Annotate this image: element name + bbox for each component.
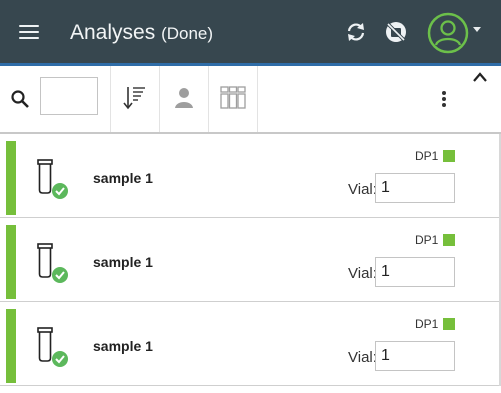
dp-status-square xyxy=(443,234,455,246)
offline-icon xyxy=(386,22,406,42)
status-bar xyxy=(6,141,16,215)
status-bar xyxy=(6,225,16,299)
sample-list: sample 1 DP1 Vial: sample 1 DP1 Vial: sa… xyxy=(0,134,501,386)
vial-input[interactable] xyxy=(375,341,455,371)
more-vertical-icon[interactable] xyxy=(438,88,450,110)
dp-label: DP1 xyxy=(415,149,439,163)
page-title-status: (Done) xyxy=(161,24,214,43)
vial-input[interactable] xyxy=(375,257,455,287)
dp-status-square xyxy=(443,150,455,162)
vial-input[interactable] xyxy=(375,173,455,203)
toolbar-divider xyxy=(159,66,160,132)
vial-label: Vial: xyxy=(348,349,377,366)
toolbar-divider xyxy=(257,66,258,132)
vial-done-icon xyxy=(37,327,68,367)
sample-name: sample 1 xyxy=(93,338,153,354)
toolbar xyxy=(0,66,501,134)
page-title: Analyses (Done) xyxy=(70,21,213,46)
menu-icon[interactable] xyxy=(19,22,41,40)
search-input[interactable] xyxy=(40,77,98,115)
sample-row[interactable]: sample 1 DP1 Vial: xyxy=(0,302,501,386)
sample-name: sample 1 xyxy=(93,254,153,270)
sample-row[interactable]: sample 1 DP1 Vial: xyxy=(0,218,501,302)
status-bar xyxy=(6,309,16,383)
page-title-text: Analyses xyxy=(70,21,156,44)
columns-icon[interactable] xyxy=(220,86,246,110)
sort-icon[interactable] xyxy=(121,85,147,111)
sample-name: sample 1 xyxy=(93,170,153,186)
vial-done-icon xyxy=(37,243,68,283)
chevron-up-icon[interactable] xyxy=(470,70,490,84)
chevron-down-icon[interactable] xyxy=(473,27,481,32)
user-icon[interactable] xyxy=(173,86,195,110)
app-header: Analyses (Done) xyxy=(0,0,501,66)
vial-done-icon xyxy=(37,159,68,199)
sample-row[interactable]: sample 1 DP1 Vial: xyxy=(0,134,501,218)
user-avatar-icon[interactable] xyxy=(427,12,469,54)
vial-label: Vial: xyxy=(348,181,377,198)
search-icon xyxy=(11,90,29,108)
sync-icon[interactable] xyxy=(344,20,368,44)
dp-label: DP1 xyxy=(415,317,439,331)
dp-label: DP1 xyxy=(415,233,439,247)
toolbar-divider xyxy=(208,66,209,132)
dp-status-square xyxy=(443,318,455,330)
toolbar-divider xyxy=(110,66,111,132)
vial-label: Vial: xyxy=(348,265,377,282)
